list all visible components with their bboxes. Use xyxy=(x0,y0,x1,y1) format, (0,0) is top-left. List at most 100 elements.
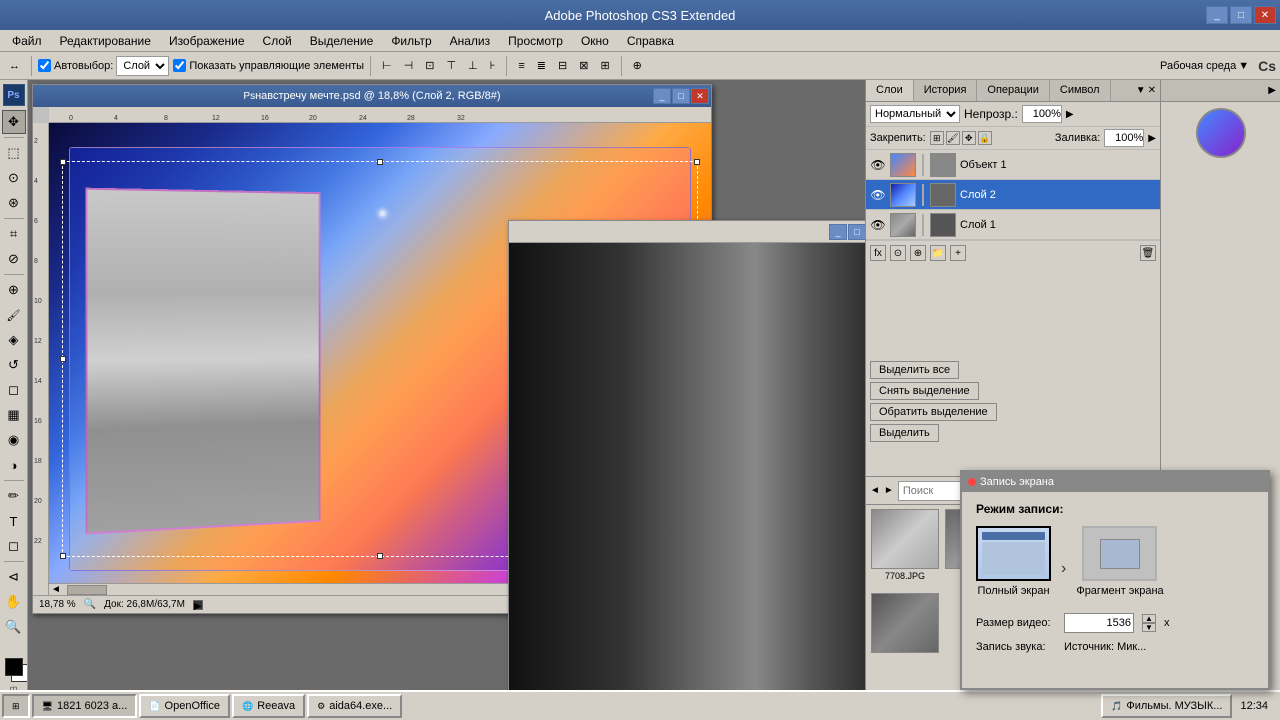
brush-tool[interactable]: 🖌 xyxy=(2,303,26,327)
panel-close-btn[interactable]: ✕ xyxy=(1148,85,1156,96)
arrange-btn[interactable]: ⊕ xyxy=(628,57,647,74)
menu-view[interactable]: Просмотр xyxy=(500,32,571,50)
maximize-btn[interactable]: □ xyxy=(1230,6,1252,24)
dist-2[interactable]: ≣ xyxy=(532,57,551,74)
layer-0-eye[interactable]: 👁 xyxy=(870,157,886,173)
select-btn[interactable]: Выделить xyxy=(870,424,939,442)
fill-arrow[interactable]: ▶ xyxy=(1148,133,1156,144)
size-spinner[interactable]: ▲ ▼ xyxy=(1142,614,1156,632)
blur-tool[interactable]: ◉ xyxy=(2,428,26,452)
quick-select-tool[interactable]: ⊛ xyxy=(2,191,26,215)
shape-tool[interactable]: ◻ xyxy=(2,534,26,558)
blend-mode-select[interactable]: Нормальный xyxy=(870,105,960,123)
media-btn[interactable]: 🎵 Фильмы. МУЗЫК... xyxy=(1101,694,1232,718)
align-left[interactable]: ⊢ xyxy=(377,57,397,74)
doc-minimize[interactable]: _ xyxy=(653,88,671,104)
auto-select-checkbox[interactable]: Автовыбор: Слой xyxy=(38,56,169,76)
doc-maximize[interactable]: □ xyxy=(672,88,690,104)
move-tool[interactable]: ✥ xyxy=(2,110,26,134)
select-all-btn[interactable]: Выделить все xyxy=(870,361,959,379)
size-input[interactable] xyxy=(1064,613,1134,633)
tab-layers[interactable]: Слои xyxy=(866,80,914,101)
size-up-btn[interactable]: ▲ xyxy=(1142,614,1156,623)
new-layer-btn[interactable]: + xyxy=(950,245,966,261)
doc2-minimize[interactable]: _ xyxy=(829,224,847,240)
healing-tool[interactable]: ⊕ xyxy=(2,278,26,302)
lock-image-btn[interactable]: 🖌 xyxy=(946,131,960,145)
close-btn[interactable]: ✕ xyxy=(1254,6,1276,24)
menu-help[interactable]: Справка xyxy=(619,32,682,50)
invert-select-btn[interactable]: Обратить выделение xyxy=(870,403,997,421)
tab-operations[interactable]: Операции xyxy=(977,80,1049,101)
dodge-tool[interactable]: ◑ xyxy=(2,453,26,477)
lock-transparent-btn[interactable]: ⊞ xyxy=(930,131,944,145)
add-adjustment-btn[interactable]: ⊕ xyxy=(910,245,926,261)
nav-arrow[interactable]: ▶ xyxy=(193,600,203,610)
layer-2-eye[interactable]: 👁 xyxy=(870,217,886,233)
move-tool-options[interactable]: ↔ xyxy=(4,58,25,74)
layer-item-2[interactable]: 👁 Слой 1 xyxy=(866,210,1160,240)
layer-1-eye[interactable]: 👁 xyxy=(870,187,886,203)
delete-layer-btn[interactable]: 🗑 xyxy=(1140,245,1156,261)
workspace-btn[interactable]: Рабочая среда ▼ xyxy=(1155,58,1254,74)
doc2-maximize[interactable]: □ xyxy=(848,224,865,240)
menu-layer[interactable]: Слой xyxy=(255,32,300,50)
search-prev-btn[interactable]: ◄ xyxy=(870,485,880,496)
show-controls-checkbox[interactable]: Показать управляющие элементы xyxy=(173,59,364,72)
history-brush[interactable]: ↺ xyxy=(2,353,26,377)
lock-all-btn[interactable]: 🔒 xyxy=(978,131,992,145)
tab-history[interactable]: История xyxy=(914,80,978,101)
layer-item-1[interactable]: 👁 Слой 2 xyxy=(866,180,1160,210)
dist-3[interactable]: ⊟ xyxy=(553,57,572,74)
scrollbar-thumb-h[interactable] xyxy=(67,585,107,595)
deselect-btn[interactable]: Снять выделение xyxy=(870,382,979,400)
taskbar-start[interactable]: ⊞ xyxy=(2,694,30,718)
menu-image[interactable]: Изображение xyxy=(161,32,253,50)
crop-tool[interactable]: ⌗ xyxy=(2,222,26,246)
slice-tool[interactable]: ⊘ xyxy=(2,247,26,271)
marquee-tool[interactable]: ⬚ xyxy=(2,141,26,165)
panel-menu-btn[interactable]: ▼ xyxy=(1136,85,1146,96)
far-right-expand[interactable]: ▶ xyxy=(1268,85,1276,96)
taskbar-item-2[interactable]: 🌐 Reeava xyxy=(232,694,305,718)
opacity-input[interactable] xyxy=(1022,105,1062,123)
thumb-item-0[interactable]: 7708.JPG xyxy=(870,509,940,589)
align-bottom[interactable]: ⊦ xyxy=(485,57,501,74)
auto-select-dropdown[interactable]: Слой xyxy=(116,56,169,76)
align-right[interactable]: ⊡ xyxy=(420,57,439,74)
window-controls[interactable]: _ □ ✕ xyxy=(1206,6,1276,24)
record-mode-fullscreen[interactable]: Полный экран xyxy=(976,526,1051,597)
doc2-canvas[interactable] xyxy=(509,243,865,720)
eyedropper-tool[interactable]: ⊲ xyxy=(2,565,26,589)
scroll-left-btn[interactable]: ◄ xyxy=(49,584,63,595)
lasso-tool[interactable]: ⊙ xyxy=(2,166,26,190)
menu-filter[interactable]: Фильтр xyxy=(383,32,439,50)
minimize-btn[interactable]: _ xyxy=(1206,6,1228,24)
taskbar-item-3[interactable]: ⚙ aida64.exe... xyxy=(307,694,402,718)
layer-item-0[interactable]: 👁 Объект 1 xyxy=(866,150,1160,180)
dist-5[interactable]: ⊞ xyxy=(595,57,614,74)
dist-1[interactable]: ≡ xyxy=(513,57,529,74)
tab-symbol[interactable]: Символ xyxy=(1050,80,1111,101)
new-group-btn[interactable]: 📁 xyxy=(930,245,946,261)
swatch-area[interactable] xyxy=(5,658,23,676)
menu-select[interactable]: Выделение xyxy=(302,32,382,50)
hand-tool[interactable]: ✋ xyxy=(2,590,26,614)
align-center-v[interactable]: ⊣ xyxy=(399,57,419,74)
thumb-item-3[interactable] xyxy=(870,593,940,673)
doc-controls[interactable]: _ □ ✕ xyxy=(653,88,709,104)
lock-position-btn[interactable]: ✥ xyxy=(962,131,976,145)
doc-close[interactable]: ✕ xyxy=(691,88,709,104)
add-style-btn[interactable]: fx xyxy=(870,245,886,261)
text-tool[interactable]: T xyxy=(2,509,26,533)
dist-4[interactable]: ⊠ xyxy=(574,57,593,74)
record-mode-fragment[interactable]: Фрагмент экрана xyxy=(1076,526,1163,597)
search-next-btn[interactable]: ► xyxy=(884,485,894,496)
fg-color-swatch[interactable] xyxy=(5,658,23,676)
taskbar-item-1[interactable]: 📄 OpenOffice xyxy=(139,694,230,718)
menu-analysis[interactable]: Анализ xyxy=(442,32,499,50)
size-down-btn[interactable]: ▼ xyxy=(1142,623,1156,632)
opacity-arrow[interactable]: ▶ xyxy=(1066,109,1074,120)
zoom-tool[interactable]: 🔍 xyxy=(2,615,26,639)
pen-tool[interactable]: ✏ xyxy=(2,484,26,508)
